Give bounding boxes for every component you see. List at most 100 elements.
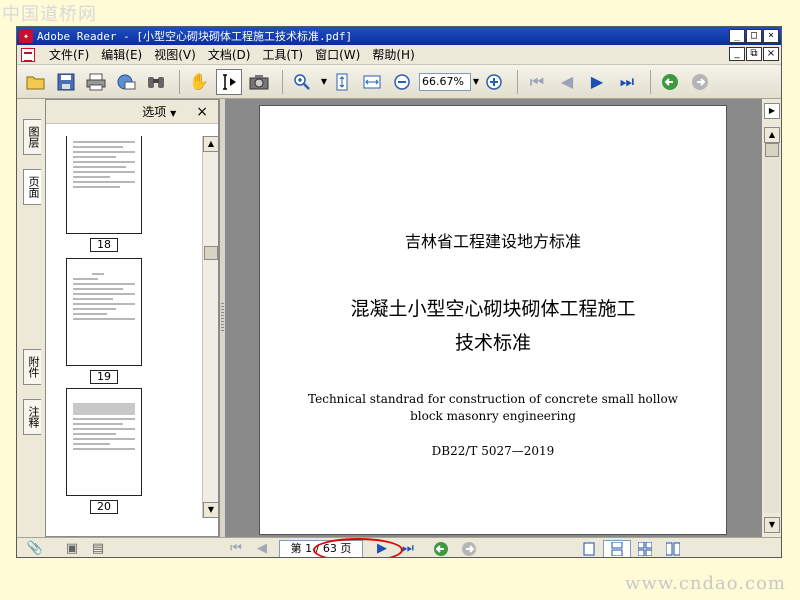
last-page-icon[interactable]: ⏭	[614, 69, 640, 95]
pages-panel: 选项 ▼ × 18 19 20 ▲ ▼	[45, 99, 219, 537]
menu-tools[interactable]: 工具(T)	[256, 46, 309, 63]
last-page-icon[interactable]: ⏭	[395, 540, 421, 558]
zoom-in-plus-icon[interactable]	[481, 69, 507, 95]
go-forward-icon[interactable]	[687, 69, 713, 95]
tab-layers[interactable]: 图层	[23, 119, 41, 155]
doc-restore-button[interactable]: ⧉	[746, 47, 762, 61]
document-controls: _ ⧉ ×	[729, 47, 779, 61]
snapshot-icon[interactable]	[246, 69, 272, 95]
document-view[interactable]: 吉林省工程建设地方标准 混凝土小型空心砌块砌体工程施工 技术标准 Technic…	[225, 99, 761, 537]
thumbnail-content	[73, 403, 135, 453]
adobe-reader-icon: ✦	[19, 29, 33, 43]
watermark-top: 中国道桥网	[2, 4, 97, 25]
chevron-down-icon: ▼	[170, 109, 177, 118]
watermark-bottom: www.cndao.com	[625, 573, 786, 594]
scroll-down-icon[interactable]: ▼	[764, 517, 780, 533]
options-label: 选项	[142, 105, 167, 119]
first-page-icon[interactable]: ⏮	[524, 69, 550, 95]
page-number-label: 19	[90, 370, 118, 384]
toolbar-separator	[282, 69, 283, 94]
monitor-icon[interactable]: ▣	[59, 540, 85, 558]
tab-comments[interactable]: 注释	[23, 399, 41, 435]
print-icon[interactable]	[83, 69, 109, 95]
menu-document[interactable]: 文档(D)	[202, 46, 257, 63]
window-title: Adobe Reader - [小型空心砌块砌体工程施工技术标准.pdf]	[37, 30, 353, 43]
single-page-icon[interactable]	[575, 540, 603, 558]
page-number-field[interactable]: 第 1 / 63 页	[279, 539, 363, 557]
fit-page-icon[interactable]	[329, 69, 355, 95]
save-icon[interactable]	[53, 69, 79, 95]
window-controls: _ □ ×	[729, 29, 779, 43]
search-binoculars-icon[interactable]	[143, 69, 169, 95]
page-number-label: 20	[90, 500, 118, 514]
document-code: DB22/T 5027—2019	[431, 444, 555, 458]
close-button[interactable]: ×	[763, 29, 779, 43]
maximize-button[interactable]: □	[746, 29, 762, 43]
navigation-tabs: 图层 页面 附件 注释	[17, 99, 45, 537]
document-scrollbar[interactable]: ▶ ▲ ▼	[761, 99, 781, 537]
zoom-in-icon[interactable]	[289, 69, 315, 95]
open-folder-icon[interactable]	[23, 69, 49, 95]
scroll-thumb[interactable]	[765, 143, 779, 157]
fit-width-icon[interactable]	[359, 69, 385, 95]
page-thumbnail[interactable]	[66, 258, 142, 366]
tab-attachments[interactable]: 附件	[23, 349, 41, 385]
menu-help[interactable]: 帮助(H)	[366, 46, 420, 63]
toolbar-separator	[650, 69, 651, 94]
adobe-reader-window: ✦ Adobe Reader - [小型空心砌块砌体工程施工技术标准.pdf] …	[16, 26, 782, 558]
scroll-up-icon[interactable]: ▲	[203, 136, 219, 152]
hand-tool-icon[interactable]: ✋	[186, 69, 212, 95]
page-thumbnail[interactable]	[66, 388, 142, 496]
zoom-out-icon[interactable]	[389, 69, 415, 95]
thumbnail-content	[73, 141, 135, 191]
next-page-icon[interactable]: ▶	[369, 540, 395, 558]
email-icon[interactable]	[113, 69, 139, 95]
thumbnail-list: 18 19 20	[46, 136, 202, 536]
chevron-down-icon[interactable]: ▼	[319, 77, 329, 86]
go-back-icon[interactable]	[427, 540, 455, 558]
first-page-icon[interactable]: ⏮	[223, 540, 249, 558]
doc-close-button[interactable]: ×	[763, 47, 779, 61]
scroll-thumb[interactable]	[204, 246, 218, 260]
zoom-dropdown-icon[interactable]: ▼	[471, 77, 481, 86]
menu-file[interactable]: 文件(F)	[43, 46, 95, 63]
panel-toggle-icon[interactable]: ▶	[764, 103, 780, 119]
minimize-button[interactable]: _	[729, 29, 745, 43]
panel-header: 选项 ▼ ×	[46, 100, 218, 124]
zoom-field[interactable]: 66.67%	[419, 72, 471, 91]
doc-minimize-button[interactable]: _	[729, 47, 745, 61]
toolbar-separator	[179, 69, 180, 94]
pdf-document-icon[interactable]	[21, 47, 35, 62]
menu-view[interactable]: 视图(V)	[148, 46, 202, 63]
menu-bar: 文件(F) 编辑(E) 视图(V) 文档(D) 工具(T) 窗口(W) 帮助(H…	[17, 45, 781, 65]
page-icon[interactable]: ▤	[85, 540, 111, 558]
options-menu[interactable]: 选项 ▼	[142, 103, 176, 120]
thumbnail-scrollbar[interactable]: ▲ ▼	[202, 136, 219, 518]
continuous-icon[interactable]	[603, 539, 631, 557]
continuous-facing-icon[interactable]	[659, 540, 687, 558]
next-page-icon[interactable]: ▶	[584, 69, 610, 95]
menu-edit[interactable]: 编辑(E)	[95, 46, 148, 63]
status-bar: 📎 ▣ ▤ ⏮ ◀ 第 1 / 63 页 ▶ ⏭	[17, 537, 781, 558]
previous-page-icon[interactable]: ◀	[249, 540, 275, 558]
tab-pages[interactable]: 页面	[23, 169, 41, 205]
go-back-icon[interactable]	[657, 69, 683, 95]
page-number-label: 18	[90, 238, 118, 252]
scroll-up-icon[interactable]: ▲	[764, 127, 780, 143]
close-panel-icon[interactable]: ×	[196, 104, 208, 120]
pdf-page: 吉林省工程建设地方标准 混凝土小型空心砌块砌体工程施工 技术标准 Technic…	[259, 105, 727, 535]
title-bar[interactable]: ✦ Adobe Reader - [小型空心砌块砌体工程施工技术标准.pdf] …	[17, 27, 781, 45]
thumbnail-content	[73, 273, 135, 323]
go-forward-icon[interactable]	[455, 540, 483, 558]
page-thumbnail[interactable]	[66, 136, 142, 234]
facing-icon[interactable]	[631, 540, 659, 558]
select-text-icon[interactable]	[216, 68, 242, 95]
attachment-clip-icon[interactable]: 📎	[21, 540, 49, 558]
document-title-line1: 混凝土小型空心砌块砌体工程施工	[350, 298, 636, 320]
document-english-title-line2: block masonry engineering	[410, 409, 576, 423]
scroll-down-icon[interactable]: ▼	[203, 502, 219, 518]
toolbar: ✋ ▼ 66.67% ▼ ⏮ ◀ ▶ ⏭	[17, 65, 781, 99]
document-english-title-line1: Technical standrad for construction of c…	[308, 392, 678, 406]
previous-page-icon[interactable]: ◀	[554, 69, 580, 95]
menu-window[interactable]: 窗口(W)	[309, 46, 366, 63]
